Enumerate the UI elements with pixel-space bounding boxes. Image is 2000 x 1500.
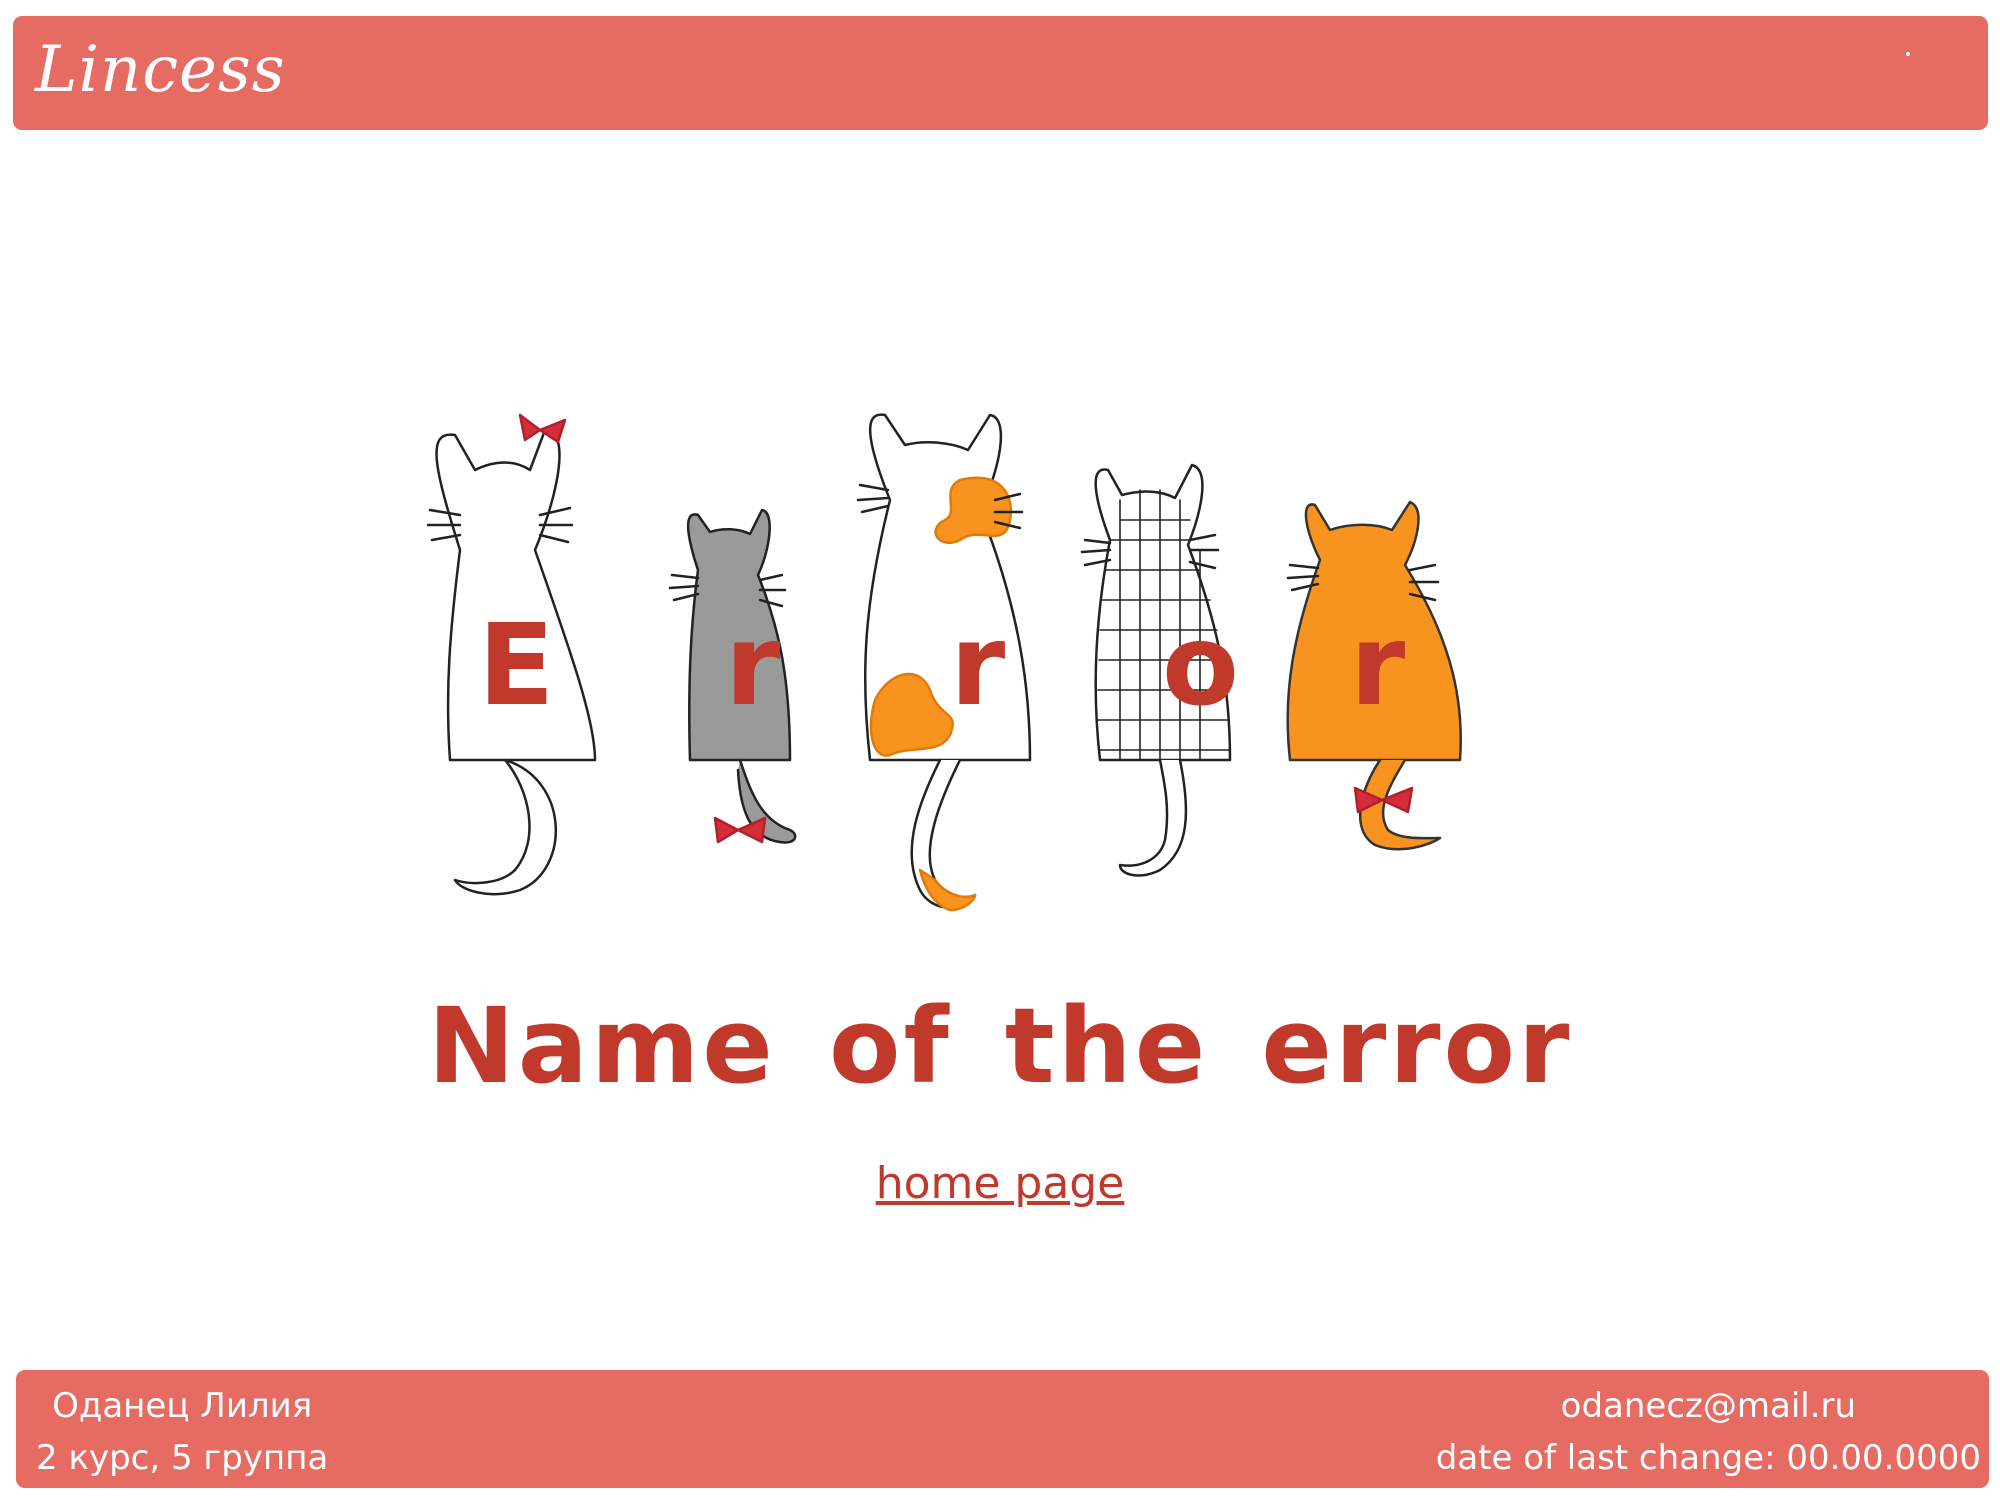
contact-email[interactable]: odanecz@mail.ru bbox=[1436, 1380, 1981, 1432]
author-name: Оданец Лилия bbox=[52, 1386, 313, 1426]
error-title: Name of the error bbox=[427, 985, 1573, 1107]
error-letters: E r r o r bbox=[420, 390, 1500, 950]
header-dot bbox=[1906, 52, 1910, 56]
error-letter-3: r bbox=[950, 601, 1006, 731]
footer-bar: Оданец Лилия 2 курс, 5 группа odanecz@ma… bbox=[16, 1370, 1989, 1488]
footer-contact: odanecz@mail.ru date of last change: 00.… bbox=[1436, 1380, 1981, 1484]
header-bar: Lincess bbox=[13, 16, 1988, 130]
error-illustration: E r r o r bbox=[420, 390, 1500, 950]
site-logo[interactable]: Lincess bbox=[35, 26, 286, 114]
home-page-link[interactable]: home page bbox=[0, 1158, 2000, 1209]
last-change-date: date of last change: 00.00.0000 bbox=[1435, 1438, 1981, 1478]
error-letter-4: o bbox=[1162, 601, 1239, 731]
error-letter-5: r bbox=[1350, 601, 1406, 731]
footer-author: Оданец Лилия 2 курс, 5 группа bbox=[36, 1380, 328, 1484]
error-page: Lincess E r r o r Name of the error home… bbox=[0, 0, 2000, 1500]
author-group: 2 курс, 5 группа bbox=[36, 1438, 329, 1478]
error-letter-2: r bbox=[725, 601, 781, 731]
error-letter-1: E bbox=[478, 601, 555, 731]
